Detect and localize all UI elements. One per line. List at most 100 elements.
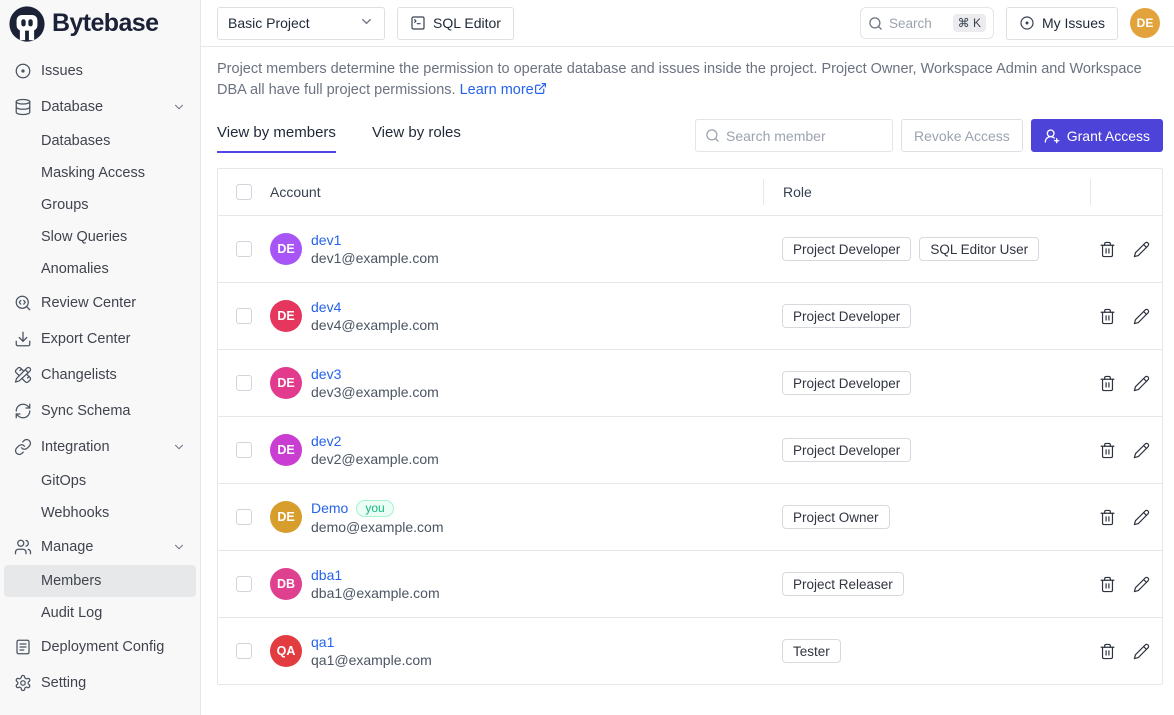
- sidebar: Bytebase Issues Database DatabasesMasking …: [0, 0, 201, 715]
- sidebar-item-changelists[interactable]: Changelists: [4, 357, 196, 393]
- you-badge: you: [356, 500, 393, 517]
- sidebar-item-label: Review Center: [41, 295, 136, 311]
- sidebar-item-webhooks[interactable]: Webhooks: [4, 497, 196, 529]
- member-email: dev3@example.com: [311, 384, 439, 400]
- member-name-link[interactable]: dev4: [311, 299, 341, 315]
- member-row: DEdev2dev2@example.comProject Developer: [218, 416, 1162, 483]
- members-page: Project members determine the permission…: [201, 47, 1174, 715]
- my-issues-button[interactable]: My Issues: [1006, 7, 1118, 40]
- sidebar-item-slow-queries[interactable]: Slow Queries: [4, 221, 196, 253]
- edit-member-button[interactable]: [1133, 442, 1150, 459]
- search-shortcut-kbd: ⌘ K: [953, 14, 986, 32]
- member-email: dev1@example.com: [311, 250, 439, 266]
- delete-member-button[interactable]: [1099, 308, 1116, 325]
- sidebar-item-issues[interactable]: Issues: [4, 53, 196, 89]
- sidebar-item-gitops[interactable]: GitOps: [4, 465, 196, 497]
- sidebar-item-label: Anomalies: [41, 261, 109, 277]
- project-select[interactable]: Basic Project: [217, 7, 385, 40]
- role-badge: Project Developer: [782, 371, 911, 395]
- sidebar-item-label: Issues: [41, 63, 83, 79]
- edit-member-button[interactable]: [1133, 241, 1150, 258]
- sidebar-item-groups[interactable]: Groups: [4, 189, 196, 221]
- sidebar-item-label: GitOps: [41, 473, 86, 489]
- member-search-box: [695, 119, 893, 152]
- tab-view-by-members[interactable]: View by members: [217, 118, 336, 153]
- sql-editor-button[interactable]: SQL Editor: [397, 7, 514, 40]
- grant-access-label: Grant Access: [1067, 128, 1150, 144]
- delete-member-button[interactable]: [1099, 375, 1116, 392]
- sidebar-item-database[interactable]: Database: [4, 89, 196, 125]
- manage-icon: [14, 538, 32, 556]
- delete-member-button[interactable]: [1099, 576, 1116, 593]
- tab-view-by-roles[interactable]: View by roles: [372, 118, 461, 153]
- member-name-link[interactable]: qa1: [311, 634, 334, 650]
- sidebar-item-deployment-config[interactable]: Deployment Config: [4, 629, 196, 665]
- edit-member-button[interactable]: [1133, 576, 1150, 593]
- app-window: Bytebase Issues Database DatabasesMasking …: [0, 0, 1174, 715]
- row-checkbox[interactable]: [236, 241, 252, 257]
- edit-member-button[interactable]: [1133, 643, 1150, 660]
- chevron-down-icon: [172, 440, 186, 454]
- member-email: dev4@example.com: [311, 317, 439, 333]
- project-select-value: Basic Project: [228, 15, 310, 31]
- sidebar-item-databases[interactable]: Databases: [4, 125, 196, 157]
- member-row: DBdba1dba1@example.comProject Releaser: [218, 550, 1162, 617]
- row-checkbox[interactable]: [236, 643, 252, 659]
- deployment-config-icon: [14, 638, 32, 656]
- delete-member-button[interactable]: [1099, 442, 1116, 459]
- member-name-link[interactable]: dba1: [311, 567, 342, 583]
- revoke-access-button[interactable]: Revoke Access: [901, 119, 1023, 152]
- member-row: DEDemoyoudemo@example.comProject Owner: [218, 483, 1162, 550]
- description-text: Project members determine the permission…: [217, 61, 1142, 98]
- avatar: DE: [270, 434, 302, 466]
- sidebar-nav: Issues Database DatabasesMasking Access Gro…: [0, 47, 200, 701]
- export-center-icon: [14, 330, 32, 348]
- row-checkbox[interactable]: [236, 308, 252, 324]
- brand-logo[interactable]: Bytebase: [0, 0, 200, 47]
- row-checkbox[interactable]: [236, 576, 252, 592]
- sidebar-item-anomalies[interactable]: Anomalies: [4, 253, 196, 285]
- sidebar-item-manage[interactable]: Manage: [4, 529, 196, 565]
- member-row: DEdev1dev1@example.comProject DeveloperS…: [218, 215, 1162, 282]
- grant-access-button[interactable]: Grant Access: [1031, 119, 1163, 152]
- row-checkbox[interactable]: [236, 442, 252, 458]
- user-plus-icon: [1044, 128, 1060, 144]
- edit-member-button[interactable]: [1133, 509, 1150, 526]
- delete-member-button[interactable]: [1099, 643, 1116, 660]
- role-badge: Project Owner: [782, 505, 890, 529]
- member-name-link[interactable]: Demo: [311, 500, 348, 516]
- user-avatar[interactable]: DE: [1130, 8, 1160, 38]
- select-all-checkbox[interactable]: [236, 184, 252, 200]
- sidebar-item-masking-access[interactable]: Masking Access: [4, 157, 196, 189]
- member-name-link[interactable]: dev3: [311, 366, 341, 382]
- member-name-link[interactable]: dev1: [311, 232, 341, 248]
- row-checkbox[interactable]: [236, 375, 252, 391]
- review-center-icon: [14, 294, 32, 312]
- sidebar-item-integration[interactable]: Integration: [4, 429, 196, 465]
- sidebar-item-export-center[interactable]: Export Center: [4, 321, 196, 357]
- learn-more-link[interactable]: Learn more: [460, 82, 534, 98]
- member-name-link[interactable]: dev2: [311, 433, 341, 449]
- sidebar-item-review-center[interactable]: Review Center: [4, 285, 196, 321]
- member-row: QAqa1qa1@example.comTester: [218, 617, 1162, 684]
- delete-member-button[interactable]: [1099, 241, 1116, 258]
- sidebar-item-members[interactable]: Members: [4, 565, 196, 597]
- avatar: DE: [270, 367, 302, 399]
- avatar: DE: [270, 300, 302, 332]
- edit-member-button[interactable]: [1133, 375, 1150, 392]
- chevron-down-icon: [172, 540, 186, 554]
- sidebar-item-audit-log[interactable]: Audit Log: [4, 597, 196, 629]
- row-checkbox[interactable]: [236, 509, 252, 525]
- edit-member-button[interactable]: [1133, 308, 1150, 325]
- member-search-input[interactable]: [726, 128, 883, 144]
- sidebar-item-setting[interactable]: Setting: [4, 665, 196, 701]
- table-body: DEdev1dev1@example.comProject DeveloperS…: [218, 215, 1162, 684]
- global-search-input[interactable]: Search ⌘ K: [860, 7, 994, 39]
- role-badge: Project Developer: [782, 304, 911, 328]
- sidebar-item-sync-schema[interactable]: Sync Schema: [4, 393, 196, 429]
- delete-member-button[interactable]: [1099, 509, 1116, 526]
- sidebar-item-label: Groups: [41, 197, 89, 213]
- role-badge: Project Developer: [782, 237, 911, 261]
- sidebar-item-label: Database: [41, 99, 103, 115]
- member-email: qa1@example.com: [311, 652, 432, 668]
